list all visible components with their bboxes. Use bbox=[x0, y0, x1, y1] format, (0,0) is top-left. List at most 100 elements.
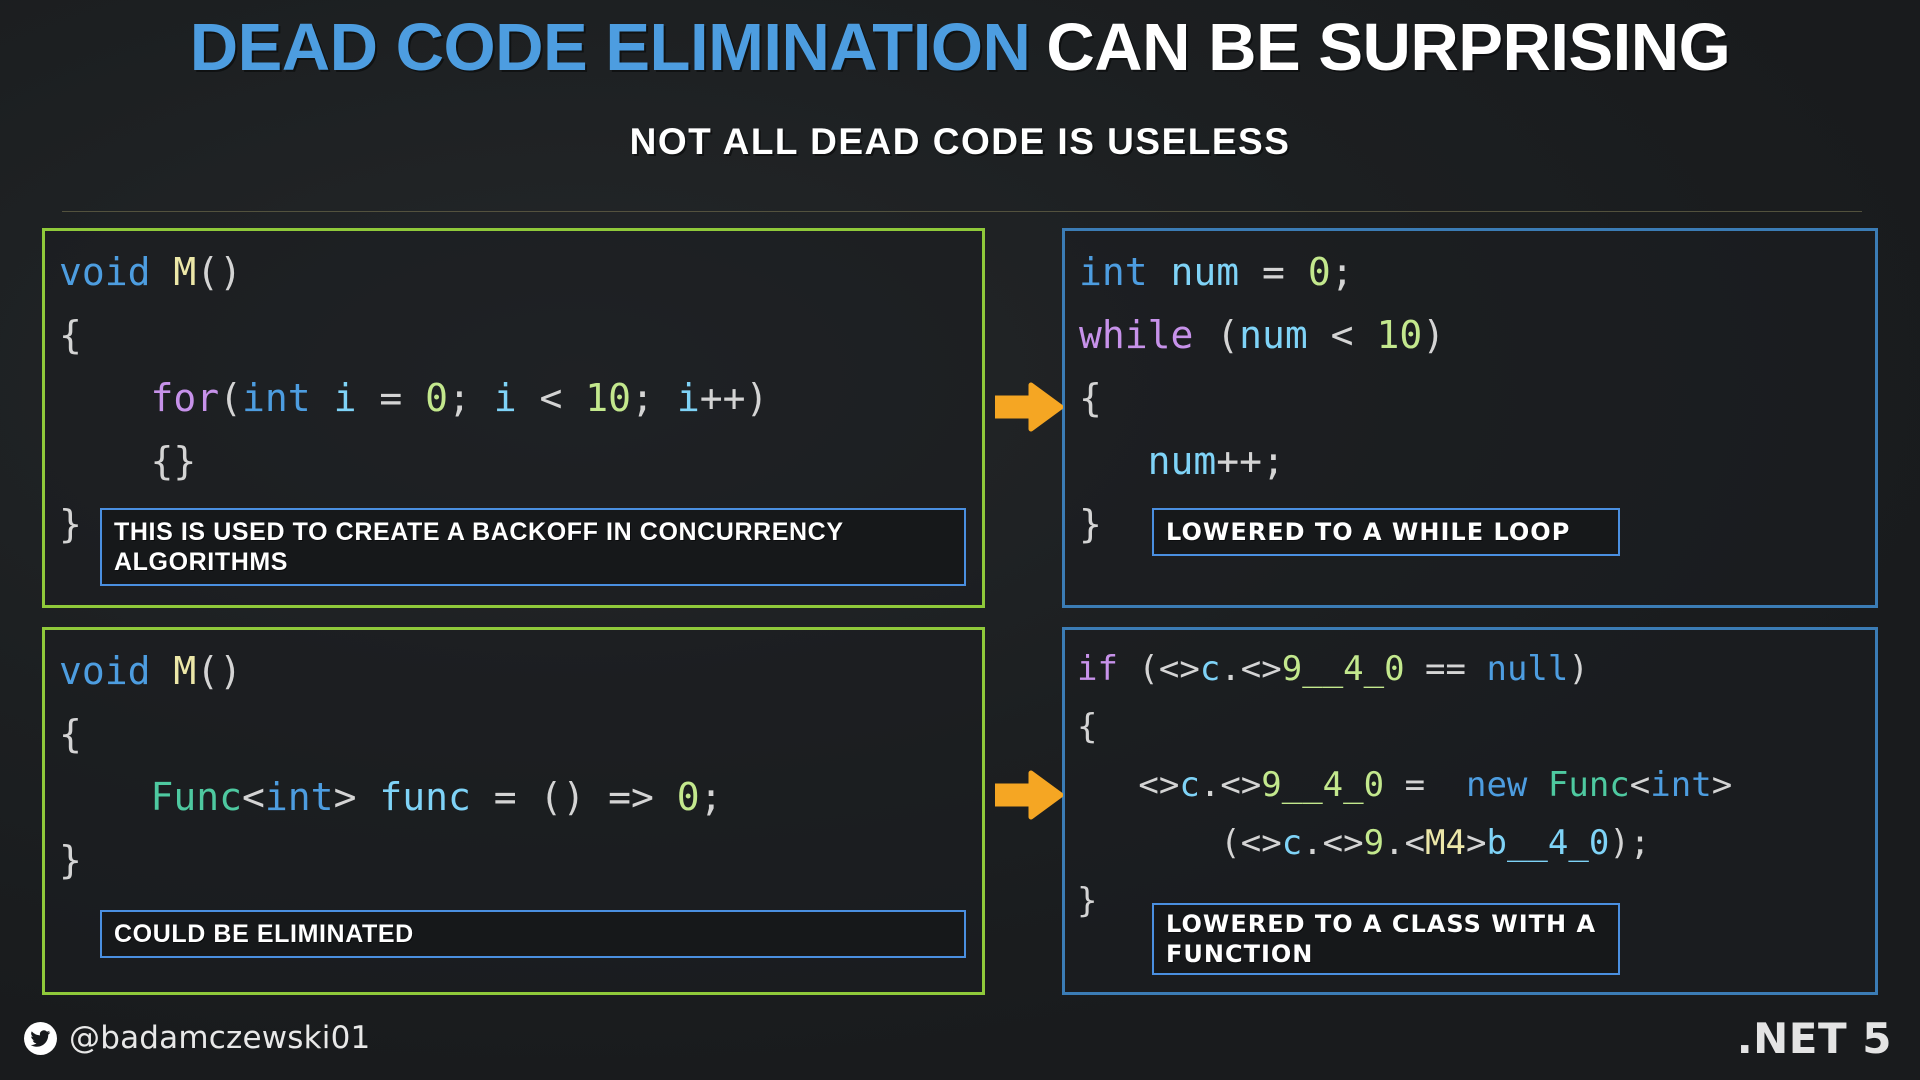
code-token: i bbox=[333, 376, 357, 420]
code-token: } bbox=[59, 502, 82, 546]
code-token: b__4_0 bbox=[1486, 823, 1610, 863]
code-token: 10 bbox=[1376, 313, 1423, 357]
code-token: .<> bbox=[1302, 823, 1364, 863]
callout-text: LOWERED TO A CLASS WITH A FUNCTION bbox=[1166, 910, 1597, 968]
handle-text: @badamczewski01 bbox=[69, 1020, 371, 1056]
code-token: new bbox=[1465, 765, 1528, 805]
code-token: ; bbox=[699, 775, 723, 819]
code-token: i bbox=[493, 376, 517, 420]
callout-lowered-while-loop: LOWERED TO A WHILE LOOP bbox=[1152, 508, 1620, 556]
code-token: int bbox=[264, 775, 334, 819]
code-token: > bbox=[1466, 823, 1487, 863]
code-block-source-lambda: void M() { Func<int> func = () => 0; } bbox=[45, 630, 982, 892]
code-token: .<> bbox=[1199, 765, 1262, 805]
code-token: {} bbox=[59, 439, 197, 483]
code-token: while bbox=[1079, 313, 1194, 357]
code-token: ; bbox=[631, 376, 677, 420]
code-token: num bbox=[1239, 313, 1308, 357]
page-subtitle: NOT ALL DEAD CODE IS USELESS bbox=[629, 121, 1291, 162]
code-token: () bbox=[196, 250, 243, 294]
title-rest-text: CAN BE SURPRISING bbox=[1046, 10, 1731, 85]
framework-badge: .NET 5 bbox=[1736, 1014, 1892, 1063]
code-token: void bbox=[59, 649, 151, 693]
author-handle: @badamczewski01 bbox=[24, 1020, 370, 1056]
code-token: > bbox=[1711, 765, 1733, 805]
code-token: i bbox=[676, 376, 700, 420]
code-token: < bbox=[516, 376, 586, 420]
code-token: .< bbox=[1384, 823, 1426, 863]
twitter-bird-icon bbox=[24, 1021, 57, 1055]
code-token: int bbox=[1650, 765, 1712, 805]
header-divider bbox=[62, 211, 1862, 212]
code-token: int bbox=[1079, 250, 1148, 294]
code-token: M bbox=[173, 250, 197, 294]
code-token: } bbox=[1079, 502, 1102, 546]
code-token: = bbox=[356, 376, 426, 420]
page-title: DEAD CODE ELIMINATION CAN BE SURPRISING bbox=[0, 8, 1920, 81]
code-token: > bbox=[333, 775, 380, 819]
code-token: int bbox=[242, 376, 311, 420]
code-token: ; bbox=[1330, 250, 1354, 294]
code-token: ) bbox=[1422, 313, 1446, 357]
code-token: (<> bbox=[1117, 649, 1200, 689]
code-token: ( bbox=[1193, 313, 1240, 357]
code-token: } bbox=[59, 838, 82, 882]
code-token: == bbox=[1404, 649, 1487, 689]
code-token: < bbox=[242, 775, 265, 819]
code-token: = bbox=[1384, 765, 1466, 805]
code-token: { bbox=[59, 712, 82, 756]
title-accent-text: DEAD CODE ELIMINATION bbox=[189, 10, 1031, 85]
code-token: ( bbox=[219, 376, 243, 420]
code-token: { bbox=[59, 313, 82, 357]
callout-backoff-concurrency: THIS IS USED TO CREATE A BACKOFF IN CONC… bbox=[100, 508, 966, 586]
code-token: 0 bbox=[676, 775, 700, 819]
code-token: 0 bbox=[425, 376, 448, 420]
code-token: num bbox=[1170, 250, 1240, 294]
code-token: M bbox=[173, 649, 197, 693]
arrow-right-icon bbox=[995, 770, 1063, 820]
code-token: for bbox=[150, 376, 220, 420]
code-token: c bbox=[1179, 765, 1200, 805]
code-token: Func bbox=[150, 775, 243, 819]
code-token: { bbox=[1077, 707, 1098, 747]
code-token: (<> bbox=[1077, 823, 1282, 863]
code-token: 9__4_0 bbox=[1261, 765, 1385, 805]
callout-text: LOWERED TO A WHILE LOOP bbox=[1166, 518, 1571, 546]
code-token: 10 bbox=[585, 376, 632, 420]
callout-text: COULD BE ELIMINATED bbox=[114, 920, 414, 948]
code-token: M4 bbox=[1425, 823, 1466, 863]
code-token: func bbox=[379, 775, 471, 819]
code-token: ); bbox=[1609, 823, 1651, 863]
callout-could-be-eliminated: COULD BE ELIMINATED bbox=[100, 910, 966, 958]
code-token: 9 bbox=[1363, 823, 1385, 863]
slide-header: DEAD CODE ELIMINATION CAN BE SURPRISING N… bbox=[0, 0, 1920, 185]
callout-lowered-class-function: LOWERED TO A CLASS WITH A FUNCTION bbox=[1152, 903, 1620, 975]
code-token: ; bbox=[448, 376, 494, 420]
code-token: ) bbox=[1568, 649, 1589, 689]
code-token: void bbox=[59, 250, 151, 294]
code-block-lowered-closure-class: if (<>c.<>9__4_0 == null) { <>c.<>9__4_0… bbox=[1065, 630, 1875, 930]
code-token: = bbox=[1239, 250, 1308, 294]
code-token: < bbox=[1629, 765, 1651, 805]
arrow-right-icon bbox=[995, 382, 1063, 432]
code-token: c bbox=[1281, 823, 1303, 863]
code-token: ++) bbox=[699, 376, 769, 420]
code-token: 9__4_0 bbox=[1281, 649, 1405, 689]
code-token: < bbox=[1307, 313, 1377, 357]
callout-text: THIS IS USED TO CREATE A BACKOFF IN CONC… bbox=[114, 518, 844, 576]
code-token: = () => bbox=[470, 775, 677, 819]
code-token: c bbox=[1199, 649, 1221, 689]
code-token: <> bbox=[1077, 765, 1180, 805]
code-token: if bbox=[1077, 649, 1118, 689]
code-token: num bbox=[1147, 439, 1217, 483]
code-token: null bbox=[1486, 649, 1569, 689]
code-token: () bbox=[196, 649, 243, 693]
code-token: { bbox=[1079, 376, 1102, 420]
